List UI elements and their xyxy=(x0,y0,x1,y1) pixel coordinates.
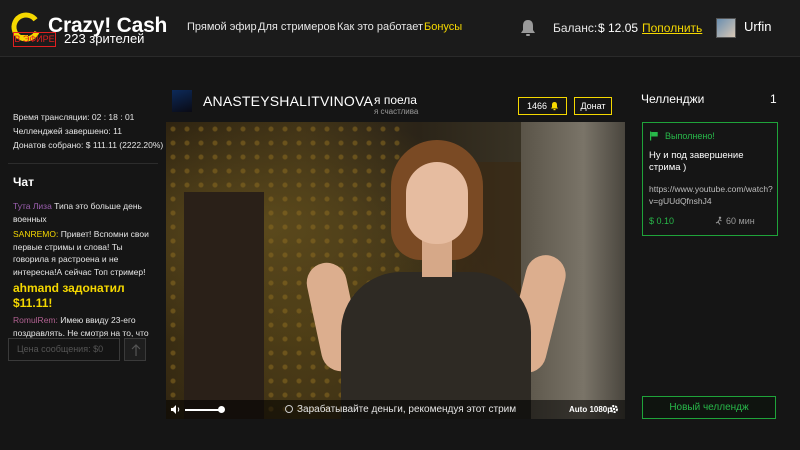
video-door xyxy=(184,192,264,419)
chat-message: SANREMO: Привет! Вспомни свои первые стр… xyxy=(13,228,151,278)
nav-streamers[interactable]: Для стримеров xyxy=(258,21,335,33)
promo-text[interactable]: Зарабатывайте деньги, рекомендуя этот ст… xyxy=(297,404,516,415)
donation-message: ahmand задонатил $11.11! xyxy=(13,281,151,311)
challenge-time: 60 мин xyxy=(726,216,755,226)
quality-selector[interactable]: Auto 1080p xyxy=(569,405,612,414)
challenges-title: Челленджи xyxy=(641,92,705,106)
chat-message: Тута Лиза Типа это больше день военных xyxy=(13,200,151,225)
streamer-avatar[interactable] xyxy=(172,90,192,112)
stream-title: я поела xyxy=(374,93,417,107)
challenges-completed: Челленджей завершено: 11 xyxy=(13,126,122,136)
video-person-face xyxy=(406,162,468,244)
send-button[interactable] xyxy=(124,338,146,361)
stream-subtitle: я счастлива xyxy=(374,107,419,116)
challenge-link[interactable]: https://www.youtube.com/watch?v=gUUdQfns… xyxy=(649,183,773,207)
bell-icon[interactable] xyxy=(519,18,537,38)
challenge-amount: $ 0.10 xyxy=(649,216,675,226)
chat-username[interactable]: RomulRem: xyxy=(13,315,58,325)
right-panel xyxy=(628,58,800,450)
chat-title: Чат xyxy=(13,175,34,189)
balance-label: Баланс: xyxy=(553,21,598,35)
donor-name[interactable]: ahmand xyxy=(13,281,59,295)
donations-collected: Донатов собрано: $ 111.11 (2222.20%) xyxy=(13,140,164,150)
challenge-status: Выполнено! xyxy=(665,131,715,141)
donate-button[interactable]: Донат xyxy=(574,97,612,115)
donation-amount: $11.11! xyxy=(13,296,53,310)
new-challenge-button[interactable]: Новый челлендж xyxy=(642,396,776,419)
divider xyxy=(8,163,158,164)
volume-slider[interactable] xyxy=(185,409,221,411)
video-person-body xyxy=(341,272,531,419)
avatar[interactable] xyxy=(716,18,736,38)
balance-value: $ 12.05 xyxy=(598,21,639,35)
flag-icon xyxy=(650,131,658,141)
link-icon xyxy=(285,405,293,413)
runner-icon xyxy=(715,216,722,225)
chat-input[interactable]: Цена сообщения: $0 xyxy=(8,338,120,361)
chat-username[interactable]: Тута Лиза xyxy=(13,201,52,211)
nav-live[interactable]: Прямой эфир xyxy=(187,21,257,33)
donation-verb: задонатил xyxy=(62,281,125,295)
arrow-up-icon xyxy=(131,344,141,356)
top-bar: Crazy! Cash Прямой эфир Для стримеров Ка… xyxy=(0,0,800,57)
nav-bonuses[interactable]: Бонусы xyxy=(424,21,462,33)
nav-how-it-works[interactable]: Как это работает xyxy=(337,21,423,33)
live-badge: В ЭФИРЕ xyxy=(13,32,56,47)
subscribe-count: 1466 xyxy=(527,101,548,111)
volume-slider-handle[interactable] xyxy=(218,406,225,413)
bell-icon xyxy=(551,102,558,111)
challenges-count: 1 xyxy=(770,92,777,106)
stream-time: Время трансляции: 02 : 18 : 01 xyxy=(13,112,135,122)
challenge-title: Ну и под завершение стрима ) xyxy=(649,150,744,173)
username[interactable]: Urfin xyxy=(744,19,771,34)
viewer-count: 223 зрителей xyxy=(64,31,145,46)
streamer-name[interactable]: ANASTEYSHALITVINOVA xyxy=(203,93,373,109)
video-player[interactable] xyxy=(166,122,625,419)
gear-icon[interactable] xyxy=(609,404,619,414)
topup-link[interactable]: Пополнить xyxy=(642,21,702,35)
subscribe-count-button[interactable]: 1466 xyxy=(518,97,567,115)
volume-icon[interactable] xyxy=(170,404,181,415)
chat-username[interactable]: SANREMO: xyxy=(13,229,58,239)
